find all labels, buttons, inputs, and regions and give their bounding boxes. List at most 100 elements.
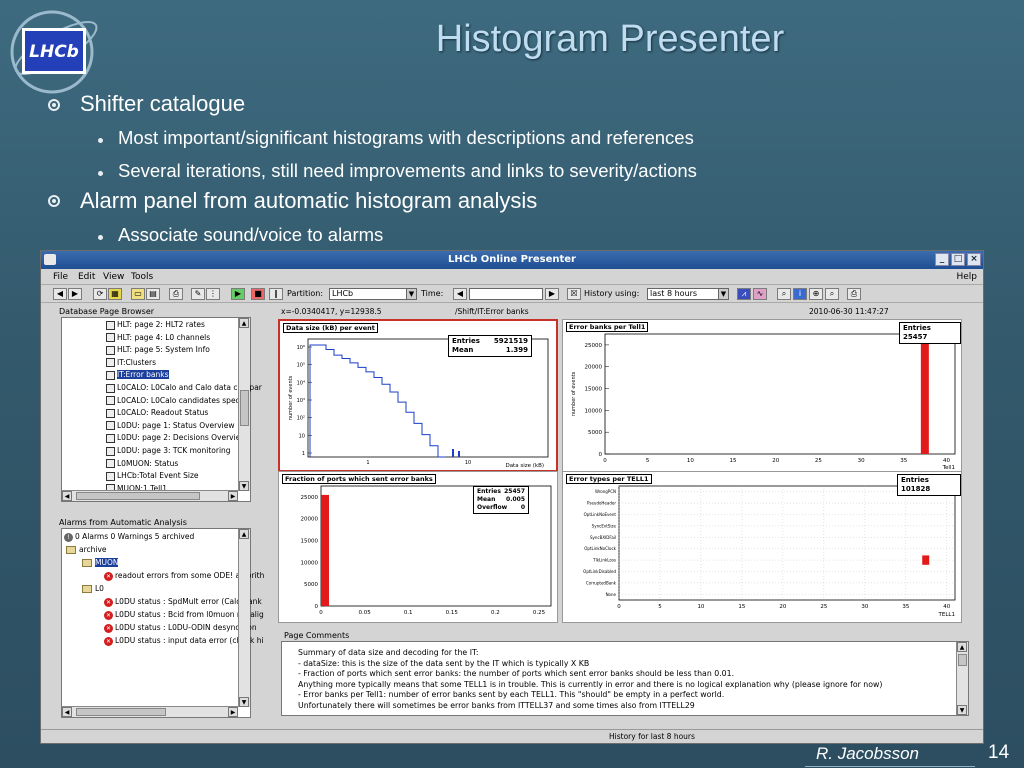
scroll-thumb[interactable] — [76, 708, 166, 716]
partition-select[interactable]: LHCb ▼ — [329, 288, 417, 300]
forward-icon[interactable]: ▶ — [68, 288, 82, 300]
scroll-thumb[interactable] — [958, 654, 967, 666]
save-icon[interactable]: ▤ — [146, 288, 160, 300]
scroll-thumb[interactable] — [76, 492, 200, 500]
split-icon[interactable]: ⋮ — [206, 288, 220, 300]
maximize-icon[interactable]: □ — [951, 253, 965, 266]
menu-tools[interactable]: Tools — [131, 269, 153, 285]
scroll-thumb[interactable] — [240, 390, 249, 426]
page-comments[interactable]: Summary of data size and decoding for th… — [281, 641, 969, 716]
menu-file[interactable]: File — [53, 269, 68, 285]
edit-icon[interactable]: ✎ — [191, 288, 205, 300]
svg-text:LHCb: LHCb — [29, 42, 79, 62]
minimize-icon[interactable]: _ — [935, 253, 949, 266]
stats-box: Entries 25457 Mean 0.005 Overflow 0 — [473, 486, 529, 514]
browser-tree-item[interactable]: HLT: page 4: L0 channels — [106, 332, 210, 344]
histogram-data-size[interactable]: 10⁶ 10⁵ 10⁴ 10³ 10² 10 1 number of events 1 10 Dat… — [278, 319, 558, 472]
folder-icon — [82, 559, 92, 567]
horizontal-scrollbar[interactable]: ◀ ▶ — [62, 706, 238, 717]
browser-tree-item[interactable]: IT:Error banks — [106, 369, 169, 381]
muon-folder[interactable]: MUON — [82, 557, 119, 569]
play-icon[interactable]: ▶ — [231, 288, 245, 300]
scroll-down-icon[interactable]: ▼ — [239, 481, 249, 491]
histogram-error-types[interactable]: WrongPCN PseudoHeader OptLinkNoEvent SyncEv… — [562, 471, 962, 623]
x-tick-label: 0 — [319, 610, 323, 616]
pause-icon[interactable]: ‖ — [269, 288, 283, 300]
browser-tree-item[interactable]: L0DU: page 3: TCK monitoring — [106, 445, 231, 457]
search-icon[interactable]: ⌕ — [825, 288, 839, 300]
x-tick-label: 0.2 — [491, 610, 500, 616]
browser-tree-item[interactable]: HLT: page 2: HLT2 rates — [106, 319, 205, 331]
l0-folder[interactable]: L0 — [82, 583, 104, 595]
close-icon[interactable]: × — [967, 253, 981, 266]
scroll-right-icon[interactable]: ▶ — [228, 707, 238, 717]
scroll-up-icon[interactable]: ▲ — [239, 529, 249, 539]
page-icon[interactable]: ▦ — [108, 288, 122, 300]
scroll-up-icon[interactable]: ▲ — [957, 642, 967, 652]
trend-icon[interactable]: ⩘ — [737, 288, 751, 300]
horizontal-scrollbar[interactable]: ◀ ▶ — [62, 490, 238, 501]
overflow-value: 0 — [520, 504, 525, 511]
status-history: History for last 8 hours — [609, 732, 695, 741]
menu-edit[interactable]: Edit — [78, 269, 95, 285]
browser-tree-item[interactable]: L0CALO: Readout Status — [106, 407, 208, 419]
menu-help[interactable]: Help — [956, 269, 977, 285]
page-icon — [106, 345, 115, 355]
scroll-up-icon[interactable]: ▲ — [239, 318, 249, 328]
y-tick-label: 10000 — [585, 408, 603, 414]
browser-tree-item[interactable]: L0DU: page 1: Status Overview — [106, 420, 235, 432]
alarms-title: Alarms from Automatic Analysis — [59, 518, 187, 527]
window-titlebar[interactable]: LHCb Online Presenter _ □ × — [41, 251, 983, 269]
histogram-fraction-ports[interactable]: 25000 20000 15000 10000 5000 0 0 0.05 0.1 0.15 0.2… — [278, 471, 558, 623]
back-icon[interactable]: ◀ — [53, 288, 67, 300]
statusbar: History for last 8 hours — [41, 729, 983, 743]
info-icon[interactable]: i — [793, 288, 807, 300]
folder-icon[interactable]: ▭ — [131, 288, 145, 300]
scroll-right-icon[interactable]: ▶ — [228, 491, 238, 501]
refresh-icon[interactable]: ⟳ — [93, 288, 107, 300]
mean-label: Mean — [452, 346, 474, 354]
vertical-scrollbar[interactable]: ▲ ▼ — [956, 642, 968, 715]
y-tick-label: OptLinkDisabled — [583, 569, 616, 574]
alarm-summary[interactable]: ! 0 Alarms 0 Warnings 5 archived — [64, 531, 194, 543]
y-tick-label: SyncEvtSize — [592, 523, 617, 528]
scroll-left-icon[interactable]: ◀ — [62, 491, 72, 501]
alarm-tree: ! 0 Alarms 0 Warnings 5 archived archive … — [61, 528, 264, 718]
stop-icon[interactable]: ■ — [251, 288, 265, 300]
browser-tree-item[interactable]: HLT: page 5: System Info — [106, 344, 210, 356]
browser-tree-item[interactable]: L0DU: page 2: Decisions Overview — [106, 432, 246, 444]
sub-bullet-1-2: Several iterations, still need improveme… — [118, 160, 697, 181]
print-page-icon[interactable]: ⎙ — [847, 288, 861, 300]
history-toggle-icon[interactable]: ☒ — [567, 288, 581, 300]
browser-tree-item[interactable]: LHCb:Total Event Size — [106, 470, 199, 482]
y-tick-label: 25000 — [585, 343, 603, 349]
browser-tree-item[interactable]: L0CALO: L0Calo candidates spectra — [106, 395, 250, 407]
bullet-icon — [48, 99, 60, 111]
histogram-error-banks[interactable]: 25000 20000 15000 10000 5000 0 0 5 10 15 20 25 30 35 4… — [562, 319, 962, 472]
zoom-icon[interactable]: ⌕ — [777, 288, 791, 300]
step-series — [309, 344, 446, 458]
comment-line: - dataSize: this is the size of the data… — [298, 658, 590, 668]
menu-view[interactable]: View — [103, 269, 124, 285]
l0-alarm[interactable]: ✕ L0DU status : L0DU-ODIN desynchron — [104, 622, 257, 634]
x-tick-label: 40 — [943, 604, 950, 610]
browser-tree-item[interactable]: IT:Clusters — [106, 357, 156, 369]
vertical-scrollbar[interactable]: ▲ ▼ — [238, 529, 250, 707]
browser-tree-item[interactable]: L0MUON: Status — [106, 458, 178, 470]
time-input[interactable] — [469, 288, 543, 300]
scroll-down-icon[interactable]: ▼ — [239, 697, 249, 707]
history-label: History using: — [584, 289, 640, 298]
scroll-left-icon[interactable]: ◀ — [62, 707, 72, 717]
scroll-down-icon[interactable]: ▼ — [957, 705, 967, 715]
error-icon: ✕ — [104, 623, 113, 633]
print-icon[interactable]: ⎙ — [169, 288, 183, 300]
x-tick-label: 30 — [861, 604, 868, 610]
vertical-scrollbar[interactable]: ▲ ▼ — [238, 318, 250, 491]
time-next-icon[interactable]: ▶ — [545, 288, 559, 300]
time-prev-icon[interactable]: ◀ — [453, 288, 467, 300]
x-tick-label: 15 — [738, 604, 745, 610]
reference-icon[interactable]: ⊕ — [809, 288, 823, 300]
overlay-icon[interactable]: ∿ — [753, 288, 767, 300]
archive-folder[interactable]: archive — [66, 544, 107, 556]
history-select[interactable]: last 8 hours ▼ — [647, 288, 729, 300]
